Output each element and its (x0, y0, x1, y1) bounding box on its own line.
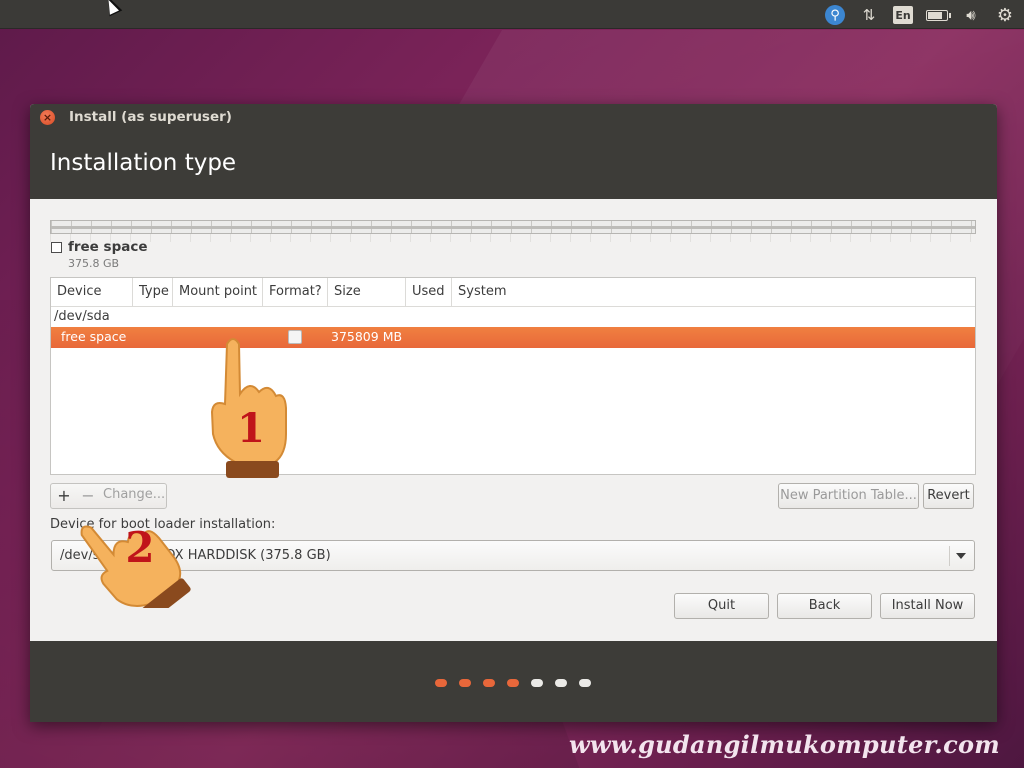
progress-dot (579, 679, 591, 687)
installer-window: × Install (as superuser) Installation ty… (30, 104, 997, 722)
new-partition-table-button[interactable]: New Partition Table... (778, 483, 919, 509)
keyboard-language-icon[interactable]: En (892, 4, 914, 26)
settings-gear-icon[interactable]: ⚙ (994, 4, 1016, 26)
device-name: /dev/sda (54, 309, 110, 324)
column-format[interactable]: Format? (263, 278, 328, 306)
format-checkbox[interactable] (288, 330, 302, 344)
battery-icon[interactable] (926, 4, 951, 26)
table-row-free-space[interactable]: free space 375809 MB (51, 327, 975, 348)
window-title: Install (as superuser) (69, 109, 232, 125)
pointing-hand-2-icon: 2 (80, 523, 191, 608)
progress-dot (555, 679, 567, 687)
combo-separator (949, 546, 950, 566)
column-device[interactable]: Device (51, 278, 133, 306)
row-size: 375809 MB (331, 329, 403, 344)
column-mount-point[interactable]: Mount point (173, 278, 263, 306)
step-1-number: 1 (237, 405, 265, 452)
install-now-button[interactable]: Install Now (880, 593, 975, 619)
table-row-device[interactable]: /dev/sda (51, 307, 975, 327)
accessibility-icon[interactable]: ⚲ (824, 4, 846, 26)
progress-dot (435, 679, 447, 687)
column-used[interactable]: Used (406, 278, 452, 306)
progress-dot (459, 679, 471, 687)
free-space-legend-size: 375.8 GB (68, 257, 120, 270)
row-device: free space (61, 329, 127, 344)
pointing-hand-1-icon: 1 (210, 338, 287, 478)
step-2-number: 2 (125, 523, 154, 572)
partition-bar-reflection (50, 234, 976, 242)
table-header: Device Type Mount point Format? Size Use… (51, 278, 975, 307)
window-titlebar: × Install (as superuser) (30, 104, 997, 130)
partition-table[interactable]: Device Type Mount point Format? Size Use… (50, 277, 976, 475)
partition-bar (50, 220, 976, 234)
progress-dot (507, 679, 519, 687)
column-size[interactable]: Size (328, 278, 406, 306)
installer-footer (30, 641, 997, 722)
column-type[interactable]: Type (133, 278, 173, 306)
page-title: Installation type (50, 150, 237, 176)
page-header: Installation type (30, 130, 997, 199)
close-icon[interactable]: × (40, 110, 55, 125)
progress-dot (531, 679, 543, 687)
free-space-legend-label: free space (68, 239, 148, 255)
progress-dot (483, 679, 495, 687)
system-tray: ⚲ ⇅ En 🔊︎ ⚙ (824, 3, 1016, 27)
progress-dots (435, 679, 591, 687)
back-button[interactable]: Back (777, 593, 872, 619)
quit-button[interactable]: Quit (674, 593, 769, 619)
revert-button[interactable]: Revert (923, 483, 974, 509)
chevron-down-icon[interactable] (956, 553, 966, 559)
top-panel: ⚲ ⇅ En 🔊︎ ⚙ (0, 0, 1024, 29)
column-system[interactable]: System (452, 278, 532, 306)
volume-icon[interactable]: 🔊︎ (960, 4, 982, 26)
network-icon[interactable]: ⇅ (858, 4, 880, 26)
free-space-legend-swatch (51, 242, 62, 253)
site-watermark: www.gudangilmukomputer.com (568, 730, 1000, 759)
